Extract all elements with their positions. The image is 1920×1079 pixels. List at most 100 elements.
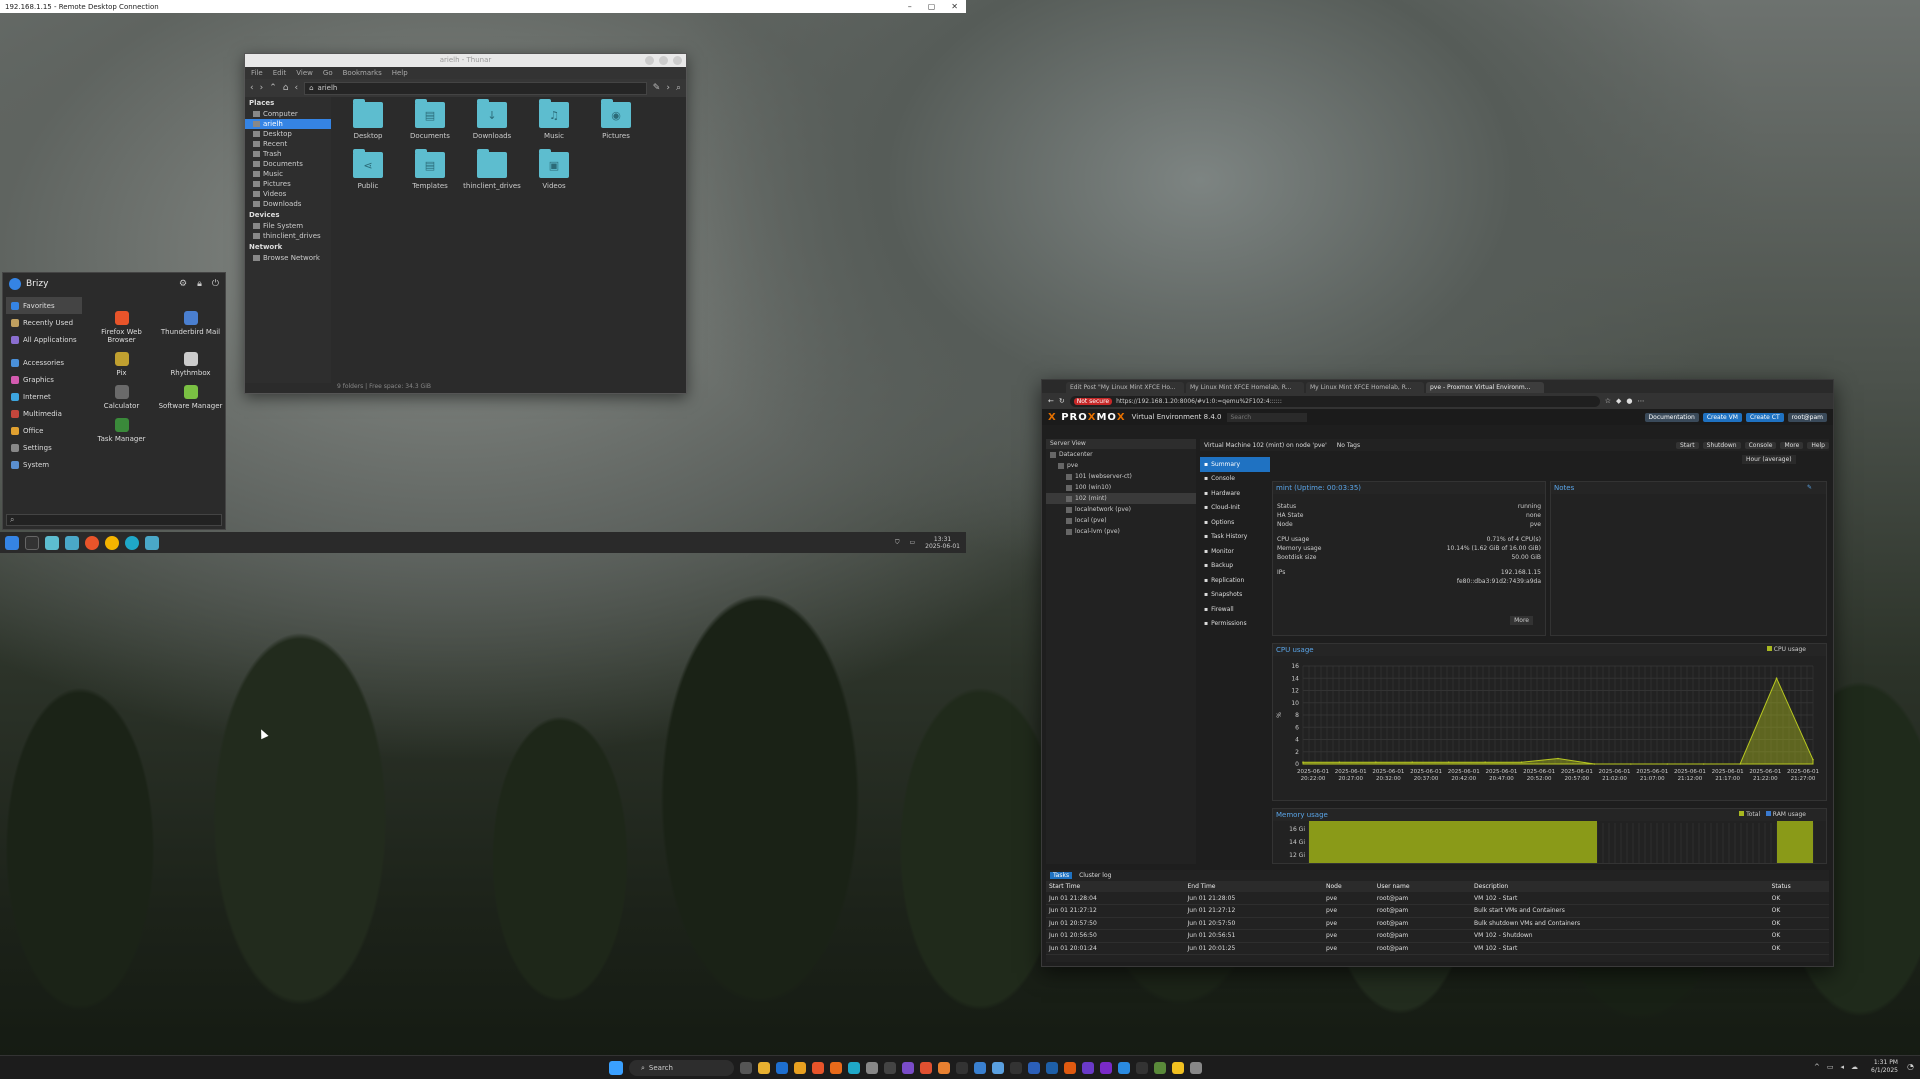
menu-icon[interactable]: ⋯ [1638,397,1645,405]
lock-icon[interactable]: 🔒︎ [197,279,202,289]
path-button[interactable]: arielh [318,84,338,92]
folder-item[interactable]: thinclient_drives [461,149,523,190]
search-icon[interactable]: ⌕ [676,83,681,93]
folder-item[interactable]: ▤ Templates [399,149,461,190]
vscode-icon[interactable] [1118,1062,1130,1074]
firefox-icon[interactable] [830,1062,842,1074]
chevron-up-icon[interactable]: ^ [1814,1063,1820,1071]
volume-icon[interactable]: ◂ [1840,1063,1844,1071]
app-thunderbird-mail[interactable]: Thunderbird Mail [156,311,225,344]
panel-clock[interactable]: 13:31 [925,536,960,543]
home-icon[interactable]: ⌂ [283,83,289,93]
forward-icon[interactable]: › [260,83,264,93]
tree-node-local-pve[interactable]: local (pve) [1046,515,1196,526]
obs-icon[interactable] [956,1062,968,1074]
network-icon[interactable]: ▭ [1827,1063,1834,1071]
folder-item[interactable]: ↓ Downloads [461,99,523,140]
premiere-icon[interactable] [1100,1062,1112,1074]
windows-start-icon[interactable] [609,1061,623,1075]
windows-terminal-icon[interactable] [1010,1062,1022,1074]
app-icon[interactable] [866,1062,878,1074]
documentation-button[interactable]: Documentation [1644,412,1699,422]
side-item-browse-network[interactable]: Browse Network [245,253,331,263]
settings-icon[interactable] [1190,1062,1202,1074]
side-item-arielh[interactable]: arielh [245,119,331,129]
nav-firewall[interactable]: ▪ Firewall [1200,602,1270,617]
edge-icon[interactable] [125,535,139,550]
notepad-icon[interactable] [992,1062,1004,1074]
nav-backup[interactable]: ▪ Backup [1200,559,1270,574]
tree-node-pve[interactable]: pve [1046,460,1196,471]
browser-tab[interactable]: Edit Post "My Linux Mint XFCE Ho... [1066,382,1184,393]
task-view-icon[interactable] [740,1062,752,1074]
table-row[interactable]: Jun 01 20:57:50 Jun 01 20:57:50 pve root@pa… [1046,917,1829,930]
address-field[interactable]: Not secure https://192.168.1.20:8006/#v1… [1069,395,1600,407]
folder-item[interactable]: ▣ Videos [523,149,585,190]
app-2-icon[interactable] [1172,1062,1184,1074]
column-user-name[interactable]: User name [1373,881,1472,892]
category-graphics[interactable]: Graphics [6,371,82,388]
edit-icon[interactable]: ✎ [653,83,661,93]
min-dot[interactable] [645,56,654,65]
side-item-pictures[interactable]: Pictures [245,179,331,189]
star-icon[interactable]: ☆ [1605,397,1611,405]
timeframe-select[interactable]: Hour (average) [1742,455,1796,464]
visual-studio-icon[interactable] [902,1062,914,1074]
settings-icon[interactable]: ⚙ [179,279,187,289]
nav-summary[interactable]: ▪ Summary [1200,457,1270,472]
nav-replication[interactable]: ▪ Replication [1200,573,1270,588]
console-button[interactable]: Console [1744,441,1777,449]
more-button[interactable]: More [1510,616,1533,625]
power-icon[interactable]: ⏻ [212,279,219,289]
minimize-button[interactable]: – [908,2,912,11]
taskbar-clock[interactable]: 1:31 PM 6/1/2025 [1871,1059,1898,1075]
word-icon[interactable] [1028,1062,1040,1074]
menu-bookmarks[interactable]: Bookmarks [343,69,382,77]
side-item-computer[interactable]: Computer [245,109,331,119]
vmware-icon[interactable] [1154,1062,1166,1074]
reload-icon[interactable]: ↻ [1059,397,1065,405]
files-manager-icon[interactable] [145,535,159,550]
server-view-select[interactable]: Server View [1050,440,1086,447]
start-button[interactable]: Start [1675,441,1699,449]
folder-item[interactable]: ◉ Pictures [585,99,647,140]
start-menu-icon[interactable] [5,535,19,550]
side-item-file-system[interactable]: File System [245,221,331,231]
tags-label[interactable]: No Tags [1337,442,1360,449]
user-menu-button[interactable]: root@pam [1787,412,1827,422]
brave-icon[interactable] [812,1062,824,1074]
tree-node-100-win10[interactable]: 100 (win10) [1046,482,1196,493]
create-ct-button[interactable]: Create CT [1745,412,1784,422]
category-settings[interactable]: Settings [6,439,82,456]
side-item-documents[interactable]: Documents [245,159,331,169]
close-dot[interactable] [673,56,682,65]
folder-item[interactable]: Desktop [337,99,399,140]
column-start-time[interactable]: Start Time [1046,881,1185,892]
table-row[interactable]: Jun 01 20:56:50 Jun 01 20:56:51 pve root@pa… [1046,929,1829,943]
nav-snapshots[interactable]: ▪ Snapshots [1200,588,1270,603]
tab-cluster-log[interactable]: Cluster log [1076,872,1114,879]
location-bar[interactable]: ⌂ arielh [304,81,647,95]
search-input[interactable]: Search [1227,412,1308,422]
app-pix[interactable]: Pix [87,352,156,377]
side-item-music[interactable]: Music [245,169,331,179]
edit-notes-icon[interactable]: ✎ [1807,484,1812,491]
up-icon[interactable]: ⌃ [269,83,277,93]
not-secure-badge[interactable]: Not secure [1073,397,1113,405]
memory-legend[interactable]: Total RAM usage [1739,811,1806,818]
notifications-icon[interactable]: ◔ [1907,1062,1914,1071]
side-item-trash[interactable]: Trash [245,149,331,159]
tree-node-local-lvm-pve[interactable]: local-lvm (pve) [1046,526,1196,537]
side-item-thinclient-drives[interactable]: thinclient_drives [245,231,331,241]
browser-tab[interactable]: My Linux Mint XFCE Homelab, R... [1186,382,1304,393]
tree-node-101-webserver-ct[interactable]: 101 (webserver-ct) [1046,471,1196,482]
taskbar-search[interactable]: ⌕ Search [629,1060,734,1076]
browser-tab[interactable]: pve - Proxmox Virtual Environm... [1426,382,1544,393]
nav-options[interactable]: ▪ Options [1200,515,1270,530]
tree-node-102-mint[interactable]: 102 (mint) [1046,493,1196,504]
nav-permissions[interactable]: ▪ Permissions [1200,617,1270,632]
files-icon[interactable] [45,535,59,550]
side-item-videos[interactable]: Videos [245,189,331,199]
menu-view[interactable]: View [296,69,313,77]
chrome-icon[interactable] [794,1062,806,1074]
